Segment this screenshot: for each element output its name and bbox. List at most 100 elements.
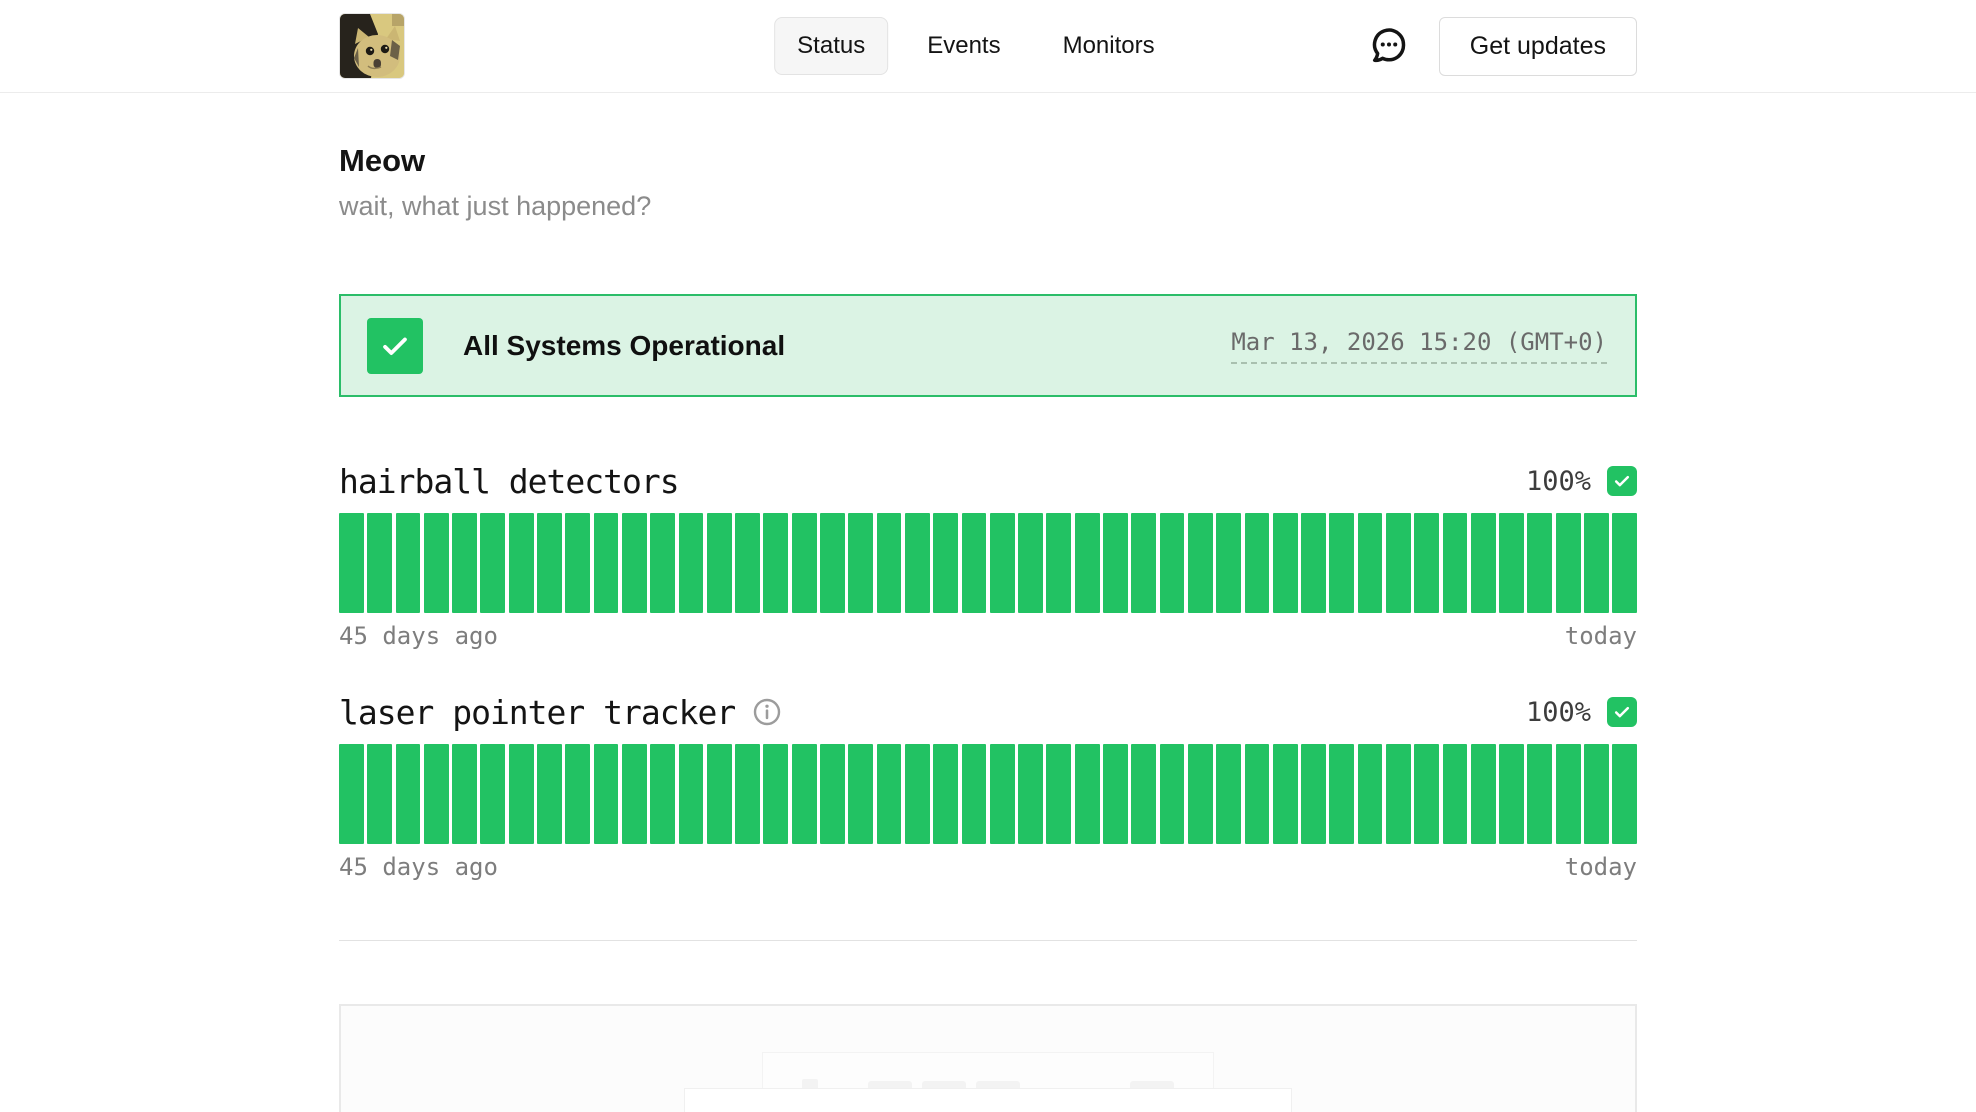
uptime-bar[interactable]: [537, 513, 562, 613]
uptime-bar[interactable]: [480, 744, 505, 844]
banner-timestamp[interactable]: Mar 13, 2026 15:20 (GMT+0): [1231, 328, 1607, 364]
uptime-bar[interactable]: [1414, 513, 1439, 613]
uptime-bar[interactable]: [1527, 513, 1552, 613]
uptime-bar[interactable]: [1443, 744, 1468, 844]
uptime-bar[interactable]: [933, 513, 958, 613]
uptime-bar[interactable]: [452, 513, 477, 613]
uptime-bar[interactable]: [707, 513, 732, 613]
uptime-bar[interactable]: [1471, 513, 1496, 613]
uptime-bar[interactable]: [1443, 513, 1468, 613]
uptime-bar[interactable]: [1329, 513, 1354, 613]
uptime-bar[interactable]: [1301, 513, 1326, 613]
uptime-bar[interactable]: [1273, 744, 1298, 844]
uptime-bar[interactable]: [565, 744, 590, 844]
tab-monitors[interactable]: Monitors: [1040, 17, 1178, 75]
uptime-bar[interactable]: [452, 744, 477, 844]
uptime-bar[interactable]: [1471, 744, 1496, 844]
uptime-bar[interactable]: [735, 513, 760, 613]
uptime-bar[interactable]: [962, 744, 987, 844]
uptime-bar[interactable]: [1612, 513, 1637, 613]
uptime-bar[interactable]: [339, 744, 364, 844]
uptime-bar[interactable]: [509, 744, 534, 844]
uptime-bar[interactable]: [990, 744, 1015, 844]
uptime-bar[interactable]: [1046, 513, 1071, 613]
uptime-bar[interactable]: [1216, 513, 1241, 613]
uptime-bar[interactable]: [367, 513, 392, 613]
uptime-bar[interactable]: [1018, 513, 1043, 613]
uptime-bar[interactable]: [820, 513, 845, 613]
uptime-bar[interactable]: [1018, 744, 1043, 844]
uptime-bar[interactable]: [1188, 513, 1213, 613]
uptime-bar[interactable]: [1160, 513, 1185, 613]
uptime-bar[interactable]: [480, 513, 505, 613]
uptime-bar[interactable]: [622, 513, 647, 613]
uptime-bar[interactable]: [1160, 744, 1185, 844]
uptime-bar[interactable]: [650, 513, 675, 613]
uptime-bar[interactable]: [1584, 513, 1609, 613]
uptime-bar[interactable]: [367, 744, 392, 844]
tab-events[interactable]: Events: [904, 17, 1023, 75]
uptime-bar[interactable]: [1386, 744, 1411, 844]
uptime-bar[interactable]: [735, 744, 760, 844]
uptime-bar[interactable]: [1131, 513, 1156, 613]
uptime-bar[interactable]: [424, 513, 449, 613]
uptime-bar[interactable]: [650, 744, 675, 844]
uptime-bar[interactable]: [1075, 513, 1100, 613]
uptime-bar[interactable]: [763, 744, 788, 844]
uptime-bar[interactable]: [792, 744, 817, 844]
uptime-bar[interactable]: [905, 744, 930, 844]
uptime-bar[interactable]: [537, 744, 562, 844]
uptime-bar[interactable]: [1386, 513, 1411, 613]
uptime-bar[interactable]: [877, 513, 902, 613]
uptime-bar[interactable]: [1188, 744, 1213, 844]
uptime-bar[interactable]: [1103, 744, 1128, 844]
uptime-bar[interactable]: [848, 744, 873, 844]
uptime-bar[interactable]: [1499, 744, 1524, 844]
uptime-bar[interactable]: [763, 513, 788, 613]
uptime-bar[interactable]: [707, 744, 732, 844]
uptime-bar[interactable]: [1046, 744, 1071, 844]
monitor-info-button[interactable]: [751, 696, 783, 728]
uptime-bar[interactable]: [1556, 744, 1581, 844]
uptime-bar[interactable]: [905, 513, 930, 613]
uptime-bar[interactable]: [990, 513, 1015, 613]
uptime-bar[interactable]: [933, 744, 958, 844]
uptime-bar[interactable]: [1245, 513, 1270, 613]
uptime-bar[interactable]: [1499, 513, 1524, 613]
uptime-bar[interactable]: [1414, 744, 1439, 844]
uptime-bar[interactable]: [1556, 513, 1581, 613]
uptime-bar[interactable]: [594, 744, 619, 844]
uptime-bar[interactable]: [1103, 513, 1128, 613]
uptime-bar[interactable]: [1075, 744, 1100, 844]
logo-surprised-cat[interactable]: [339, 13, 405, 79]
uptime-bar[interactable]: [509, 513, 534, 613]
uptime-bar[interactable]: [1358, 744, 1383, 844]
uptime-bar[interactable]: [1301, 744, 1326, 844]
uptime-bar[interactable]: [565, 513, 590, 613]
uptime-bar[interactable]: [1329, 744, 1354, 844]
uptime-bar[interactable]: [1612, 744, 1637, 844]
uptime-bar[interactable]: [877, 744, 902, 844]
uptime-bar[interactable]: [396, 513, 421, 613]
feedback-chat-button[interactable]: [1365, 22, 1413, 70]
uptime-bar[interactable]: [679, 744, 704, 844]
uptime-bar[interactable]: [622, 744, 647, 844]
uptime-bar[interactable]: [594, 513, 619, 613]
uptime-bar[interactable]: [396, 744, 421, 844]
uptime-bar[interactable]: [1273, 513, 1298, 613]
uptime-bar[interactable]: [1358, 513, 1383, 613]
uptime-bar[interactable]: [1245, 744, 1270, 844]
uptime-bar[interactable]: [424, 744, 449, 844]
uptime-bar[interactable]: [1216, 744, 1241, 844]
uptime-bar[interactable]: [820, 744, 845, 844]
uptime-bar[interactable]: [848, 513, 873, 613]
uptime-bar[interactable]: [792, 513, 817, 613]
uptime-bar[interactable]: [1527, 744, 1552, 844]
uptime-bar[interactable]: [1131, 744, 1156, 844]
uptime-bar[interactable]: [962, 513, 987, 613]
tab-status[interactable]: Status: [774, 17, 888, 75]
get-updates-button[interactable]: Get updates: [1439, 17, 1637, 76]
uptime-bar[interactable]: [1584, 744, 1609, 844]
uptime-bar[interactable]: [339, 513, 364, 613]
uptime-bar[interactable]: [679, 513, 704, 613]
